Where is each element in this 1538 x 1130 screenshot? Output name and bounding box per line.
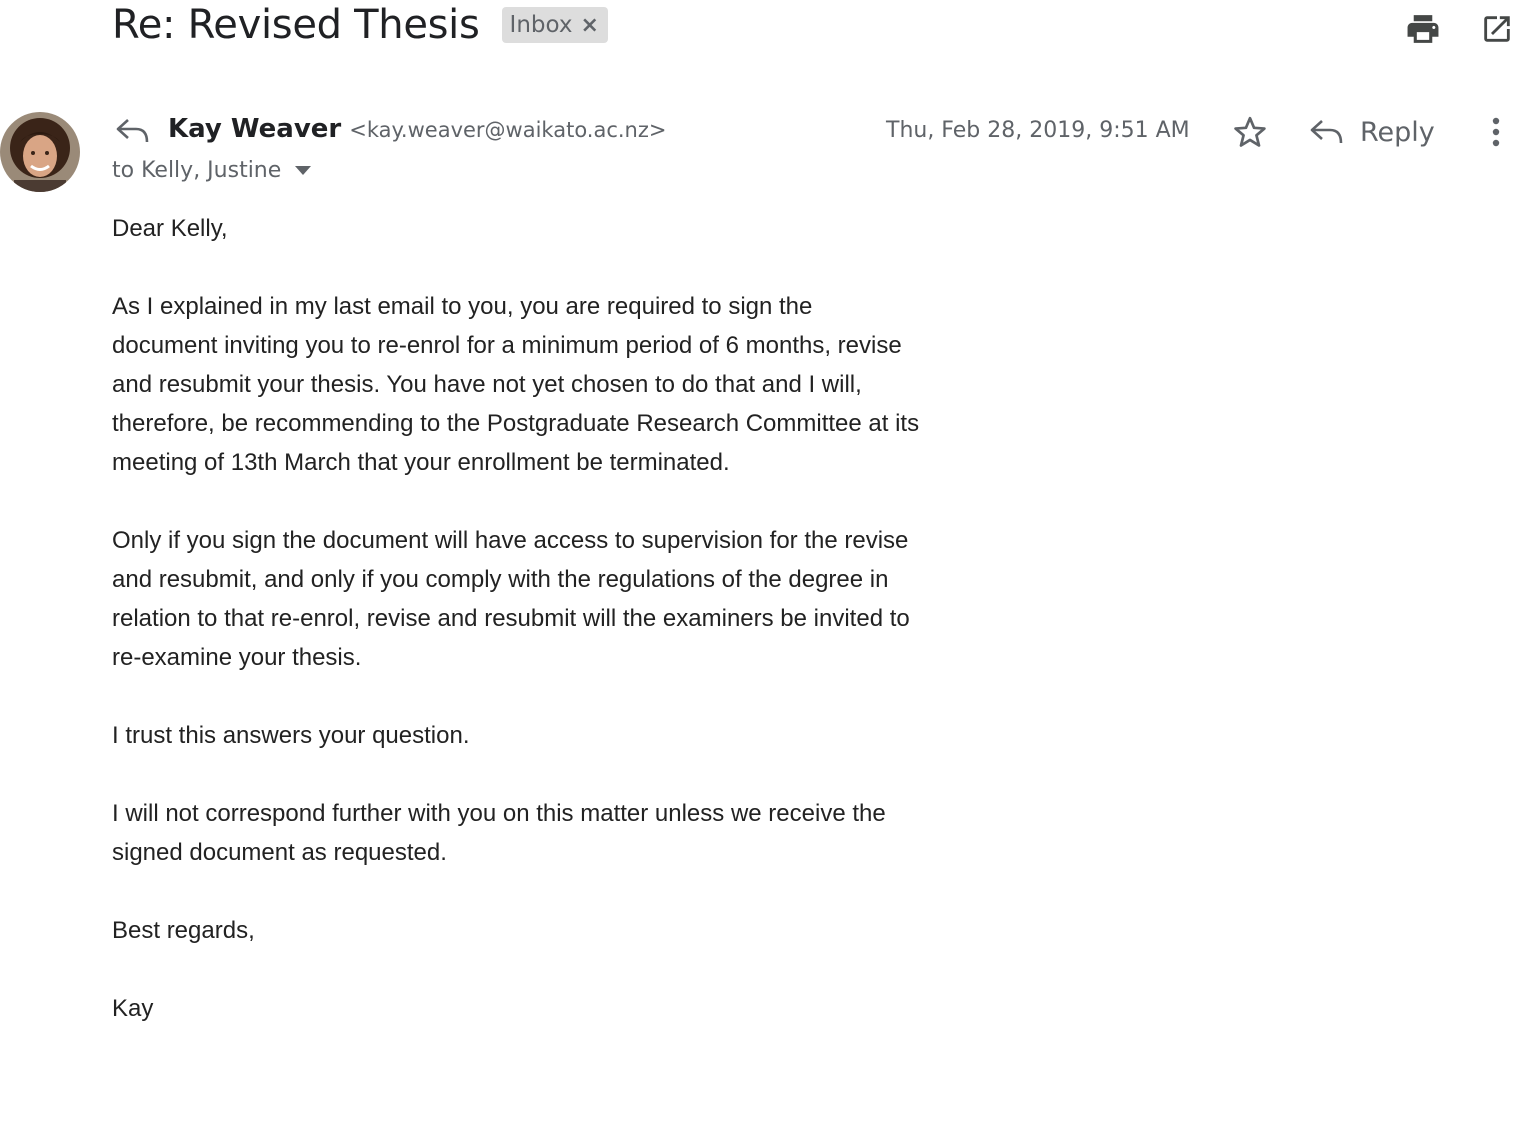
- open-in-new-window-button[interactable]: [1478, 10, 1516, 48]
- sender-avatar[interactable]: [0, 112, 80, 192]
- body-paragraph: Dear Kelly,: [112, 215, 228, 242]
- sender-line: Kay Weaver <kay.weaver@waikato.ac.nz>: [168, 114, 667, 144]
- reply-icon: [1310, 120, 1343, 144]
- more-vert-icon: [1492, 117, 1500, 147]
- reply-arrow-icon: [116, 119, 149, 143]
- body-paragraph: As I explained in my last email to you, …: [112, 293, 920, 476]
- recipients-line[interactable]: to Kelly, Justine: [112, 158, 312, 183]
- body-paragraph: I trust this answers your question.: [112, 722, 470, 749]
- reply-button-label: Reply: [1360, 116, 1435, 148]
- body-paragraph: Best regards,: [112, 917, 255, 944]
- caret-down-icon[interactable]: [295, 165, 312, 176]
- print-icon: [1407, 15, 1439, 43]
- print-button[interactable]: [1404, 10, 1442, 48]
- reply-button[interactable]: Reply: [1308, 110, 1435, 154]
- email-subject: Re: Revised Thesis: [112, 2, 480, 48]
- body-paragraph: I will not correspond further with you o…: [112, 800, 886, 866]
- email-view: Re: Revised Thesis Inbox × Kay Weaver <k…: [0, 0, 1538, 1130]
- subject-bar: Re: Revised Thesis Inbox ×: [112, 2, 608, 48]
- replied-indicator: [114, 116, 150, 148]
- open-in-new-window-icon: [1484, 16, 1510, 42]
- star-button[interactable]: [1230, 112, 1270, 152]
- body-paragraph: Only if you sign the document will have …: [112, 527, 910, 671]
- remove-label-button[interactable]: ×: [580, 13, 598, 38]
- sender-email: <kay.weaver@waikato.ac.nz>: [349, 118, 667, 142]
- star-icon: [1234, 116, 1266, 147]
- recipients-text: to Kelly, Justine: [112, 158, 282, 183]
- more-options-button[interactable]: [1478, 112, 1514, 152]
- avatar-photo: [0, 112, 80, 192]
- body-paragraph: Kay: [112, 995, 154, 1022]
- email-date: Thu, Feb 28, 2019, 9:51 AM: [886, 118, 1190, 143]
- inbox-label-chip[interactable]: Inbox ×: [501, 7, 608, 43]
- label-text: Inbox: [509, 12, 573, 38]
- email-body: Dear Kelly, As I explained in my last em…: [112, 209, 922, 1067]
- sender-name[interactable]: Kay Weaver: [168, 114, 341, 144]
